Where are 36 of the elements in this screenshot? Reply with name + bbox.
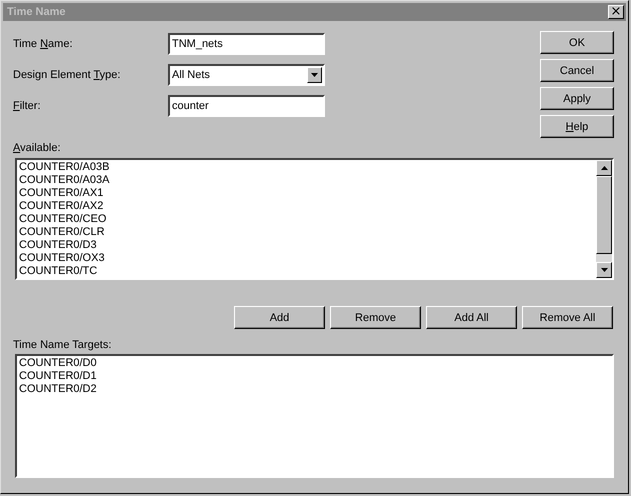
- list-button[interactable]: Remove: [330, 306, 421, 329]
- list-item[interactable]: COUNTER0/TC: [19, 265, 594, 278]
- input-field[interactable]: TNM_nets: [168, 33, 325, 55]
- available-list[interactable]: COUNTER0/A03B COUNTER0/A03A COUNTER0/AX1 COUNTER0/AX2 COUNTER0/CEO COUNTER0/CLR COUNTER0/D3 COUNTER0/OX3 COUNTER0/TC: [15, 158, 614, 280]
- targets-list[interactable]: COUNTER0/D0 COUNTER0/D1 COUNTER0/D2: [15, 354, 614, 478]
- close-button[interactable]: ×: [608, 5, 624, 19]
- section-label: Time Name Targets:: [13, 339, 112, 351]
- list-item[interactable]: COUNTER0/CLR: [19, 226, 594, 239]
- dialog-button[interactable]: Help: [540, 115, 614, 138]
- list-button[interactable]: Add: [234, 306, 325, 329]
- dialog-button[interactable]: OK: [540, 31, 614, 54]
- list-item[interactable]: COUNTER0/D2: [19, 383, 610, 396]
- list-item[interactable]: COUNTER0/D1: [19, 370, 610, 383]
- scroll-down-icon[interactable]: [596, 262, 612, 278]
- scrollbar[interactable]: [596, 160, 612, 278]
- list-item[interactable]: COUNTER0/A03A: [19, 174, 594, 187]
- input-field[interactable]: counter: [168, 95, 325, 117]
- list-item[interactable]: COUNTER0/A03B: [19, 161, 594, 174]
- field-label: Design Element Type:: [13, 69, 122, 81]
- list-button[interactable]: Remove All: [522, 306, 613, 329]
- list-item[interactable]: COUNTER0/OX3: [19, 252, 594, 265]
- window-title: Time Name: [7, 6, 66, 18]
- list-item[interactable]: COUNTER0/D0: [19, 357, 610, 370]
- list-item[interactable]: COUNTER0/CEO: [19, 213, 594, 226]
- list-item[interactable]: COUNTER0/AX2: [19, 200, 594, 213]
- list-item[interactable]: COUNTER0/D3: [19, 239, 594, 252]
- section-label: Available:: [13, 142, 62, 154]
- field-label: Filter:: [13, 100, 42, 112]
- dropdown[interactable]: All Nets: [168, 64, 325, 86]
- scroll-thumb[interactable]: [596, 176, 612, 254]
- list-item[interactable]: COUNTER0/AX1: [19, 187, 594, 200]
- dialog-button[interactable]: Apply: [540, 87, 614, 110]
- dialog-button[interactable]: Cancel: [540, 59, 614, 82]
- field-label: Time Name:: [13, 38, 74, 50]
- list-button[interactable]: Add All: [426, 306, 517, 329]
- scroll-up-icon[interactable]: [596, 160, 612, 176]
